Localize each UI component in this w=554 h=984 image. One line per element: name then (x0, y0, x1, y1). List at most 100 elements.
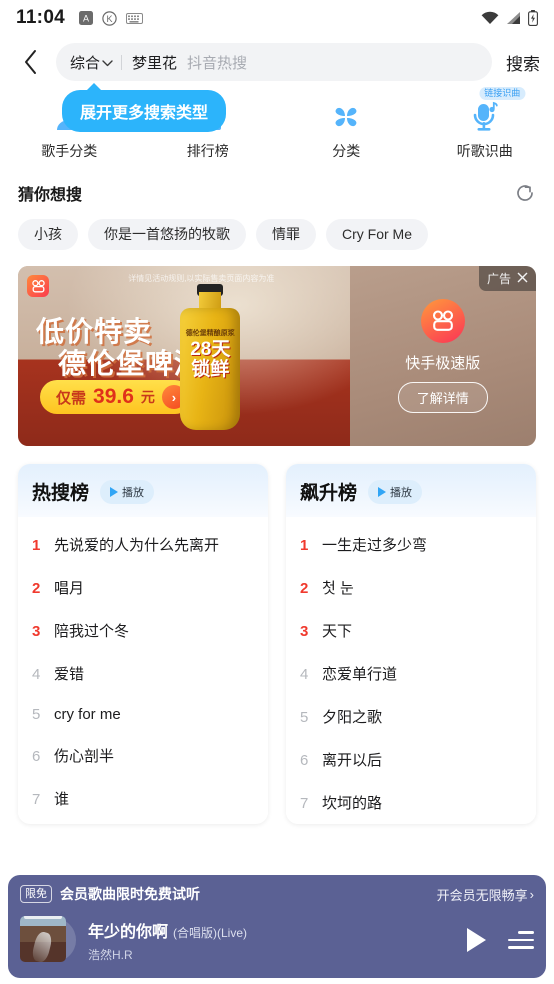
list-item[interactable]: 3 天下 (286, 609, 536, 652)
kuaishou-app-logo-icon (420, 299, 465, 344)
keyboard-icon (126, 12, 144, 24)
play-all-button[interactable]: 播放 (100, 479, 155, 504)
guess-chip[interactable]: 情罪 (256, 219, 316, 251)
rank-index: 2 (300, 580, 309, 598)
status-right-icons (481, 10, 538, 26)
svg-text:K: K (107, 14, 113, 24)
refresh-icon[interactable] (514, 182, 536, 204)
rank-title: 陪我过个冬 (54, 623, 130, 641)
guess-chip-list: 小孩 你是一首悠扬的牧歌 情罪 Cry For Me (0, 205, 554, 251)
search-type-tooltip[interactable]: 展开更多搜索类型 (62, 83, 227, 132)
ad-app-name: 快手极速版 (405, 355, 481, 373)
play-all-label: 播放 (390, 486, 413, 499)
rank-title: 天下 (322, 623, 353, 641)
list-item[interactable]: 6 伤心剖半 (18, 734, 268, 777)
rank-title: 谁 (54, 791, 70, 809)
battery-icon (528, 10, 538, 26)
rank-title: 一生走过多少弯 (322, 537, 428, 555)
quick-entry-category[interactable]: 分类 (277, 96, 416, 161)
bottle-brand-text: 德伦堡精酿原浆 (185, 330, 235, 338)
song-recognize-mic-icon (468, 96, 502, 132)
list-item[interactable]: 5 cry for me (18, 695, 268, 734)
ad-banner[interactable]: 详情见活动规则,以实际售卖页面内容为准 低价特卖 德伦堡啤酒 仅需 39.6 元… (18, 266, 536, 447)
rank-title: 离开以后 (322, 752, 383, 770)
list-item[interactable]: 7谁 (18, 777, 268, 820)
search-input[interactable]: 综合 梦里花 抖音热搜 (56, 43, 492, 81)
svg-text:A: A (83, 14, 89, 24)
ad-product-bottle: 德伦堡精酿原浆 28天 锁鲜 (173, 284, 247, 432)
rank-index: 5 (300, 709, 309, 727)
now-playing-row[interactable]: 年少的你啊 (合唱版)(Live) 浩然H.R (8, 910, 546, 978)
rank-card-header: 飙升榜 播放 (286, 464, 536, 518)
vip-promo-bar[interactable]: 限免 会员歌曲限时免费试听 开会员无限畅享 › (8, 875, 546, 910)
search-scope-label: 综合 (70, 54, 101, 72)
quick-entry-label: 歌手分类 (41, 143, 98, 159)
list-item[interactable]: 2 첫 눈 (286, 566, 536, 609)
ad-price-button[interactable]: 仅需 39.6 元 › (40, 380, 192, 415)
list-item[interactable]: 6 离开以后 (286, 738, 536, 781)
album-art[interactable] (20, 914, 76, 966)
album-cover-road (30, 930, 54, 962)
quick-entry-label: 分类 (332, 143, 361, 159)
guess-chip[interactable]: 小孩 (18, 219, 78, 251)
rank-title: 恋爱单行道 (322, 666, 398, 684)
ad-disclaimer: 详情见活动规则,以实际售卖页面内容为准 (128, 274, 275, 284)
list-item[interactable]: 1 一生走过多少弯 (286, 523, 536, 566)
bottle-claim-line-2: 锁鲜 (191, 359, 230, 381)
rank-title: 첫 눈 (322, 580, 354, 598)
search-placeholder-text: 抖音热搜 (187, 54, 248, 72)
rank-title: 爱错 (54, 666, 85, 684)
track-artist: 浩然H.R (88, 947, 133, 962)
rank-title: 坎坷的路 (322, 795, 383, 813)
playlist-queue-icon-line (517, 931, 534, 934)
rank-card-hot-search: 热搜榜 播放 1 先说爱的人为什么先离开 2 唱月 3 陪我过个冬 4 爱错 5 cry … (18, 464, 268, 825)
ad-cta-button[interactable]: 了解详情 (397, 382, 488, 414)
ad-creative[interactable]: 详情见活动规则,以实际售卖页面内容为准 低价特卖 德伦堡啤酒 仅需 39.6 元… (18, 266, 350, 447)
mini-player: 限免 会员歌曲限时免费试听 开会员无限畅享 › 年少的你啊 (合唱版)(Live… (8, 875, 546, 978)
ad-app-panel[interactable]: 快手极速版 了解详情 (349, 266, 536, 447)
quick-entry-label: 排行榜 (186, 143, 229, 159)
app-icon: A (79, 11, 94, 25)
k-circle-icon: K (102, 10, 117, 26)
play-button[interactable] (456, 928, 496, 952)
search-query-value: 梦里花 (132, 54, 178, 72)
status-left-icons: A K (79, 10, 144, 26)
rank-index: 4 (300, 666, 309, 684)
guess-title: 猜你想搜 (18, 187, 83, 204)
track-version: (合唱版)(Live) (173, 925, 248, 940)
search-button[interactable]: 搜索 (500, 50, 540, 75)
list-item[interactable]: 5 夕阳之歌 (286, 695, 536, 738)
back-button[interactable] (14, 45, 48, 79)
quick-entries: 展开更多搜索类型 歌手分类 排行榜 分类 链接识曲 听歌识曲 (0, 83, 554, 167)
ad-price-unit: 元 (140, 389, 155, 406)
close-icon[interactable] (517, 272, 528, 286)
playlist-queue-button[interactable] (508, 931, 534, 949)
guess-chip[interactable]: 你是一首悠扬的牧歌 (88, 219, 246, 251)
chevron-down-icon (102, 54, 113, 71)
search-divider (121, 54, 123, 70)
ad-label: 广告 (486, 272, 511, 287)
ad-container: 详情见活动规则,以实际售卖页面内容为准 低价特卖 德伦堡啤酒 仅需 39.6 元… (0, 250, 554, 447)
category-clover-icon (329, 96, 363, 132)
track-info: 年少的你啊 (合唱版)(Live) 浩然H.R (88, 918, 444, 963)
guess-chip[interactable]: Cry For Me (326, 219, 428, 251)
open-vip-link[interactable]: 开会员无限畅享 › (437, 885, 534, 904)
list-item[interactable]: 1 先说爱的人为什么先离开 (18, 523, 268, 566)
list-item[interactable]: 4 恋爱单行道 (286, 652, 536, 695)
play-icon (466, 928, 486, 952)
list-item[interactable]: 2 唱月 (18, 566, 268, 609)
rank-card-title: 飙升榜 (300, 483, 358, 505)
rank-title: 先说爱的人为什么先离开 (54, 537, 220, 555)
list-item[interactable]: 7 坎坷的路 (286, 781, 536, 824)
wifi-icon (481, 11, 499, 25)
quick-entry-song-recognize[interactable]: 链接识曲 听歌识曲 (416, 87, 554, 161)
list-item[interactable]: 4 爱错 (18, 652, 268, 695)
search-scope-selector[interactable]: 综合 (70, 52, 113, 73)
list-item[interactable]: 3 陪我过个冬 (18, 609, 268, 652)
signal-icon (506, 11, 521, 25)
ad-label-close[interactable]: 广告 (478, 266, 536, 292)
ad-price-value: 39.6 (93, 385, 134, 409)
play-all-button[interactable]: 播放 (368, 479, 423, 504)
rank-index: 1 (300, 537, 309, 555)
rank-title: 夕阳之歌 (322, 709, 383, 727)
